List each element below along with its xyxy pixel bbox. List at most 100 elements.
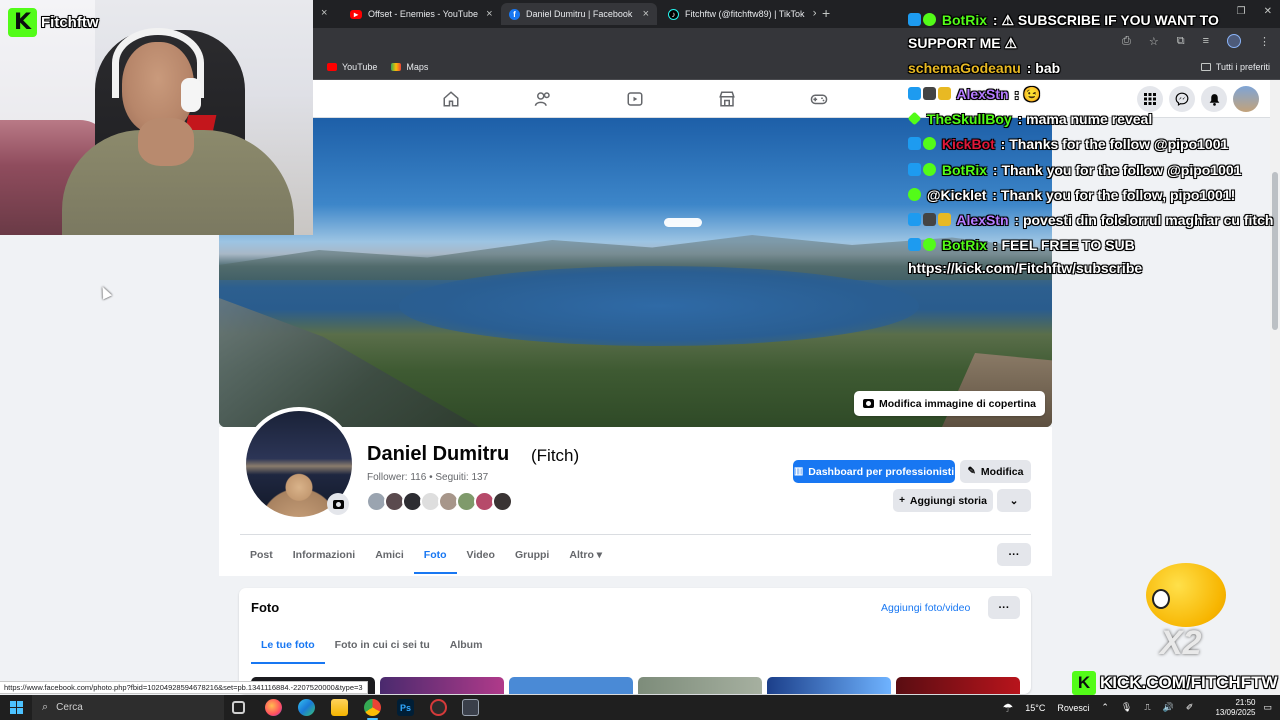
friend-avatar[interactable] bbox=[492, 491, 513, 512]
camera-icon bbox=[332, 499, 344, 509]
chevron-up-icon[interactable]: ⌃ bbox=[1101, 702, 1109, 713]
chat-username: BotRix bbox=[941, 12, 988, 28]
maps-icon bbox=[391, 62, 402, 71]
tab-friends[interactable]: Amici bbox=[365, 536, 414, 574]
close-tab-icon[interactable]: × bbox=[805, 8, 817, 20]
bookmark-label: YouTube bbox=[342, 61, 378, 72]
search-placeholder: Cerca bbox=[56, 702, 83, 713]
photo-thumbnail[interactable] bbox=[767, 677, 891, 694]
chrome-icon[interactable] bbox=[364, 699, 381, 720]
pen-icon[interactable]: ✐ bbox=[1186, 702, 1194, 713]
edit-label: Modifica bbox=[980, 465, 1024, 478]
photo-thumbnail[interactable] bbox=[380, 677, 504, 694]
photos-tabs: Le tue foto Foto in cui ci sei tu Album bbox=[251, 626, 492, 664]
moderator-badge-icon bbox=[908, 87, 921, 100]
chat-text: FEEL FREE TO SUB bbox=[1001, 237, 1135, 253]
notifications-icon[interactable]: ▭ bbox=[1263, 702, 1272, 713]
tab-photos-of-you[interactable]: Foto in cui ci sei tu bbox=[325, 626, 440, 664]
volume-icon[interactable]: 🔊 bbox=[1163, 702, 1174, 713]
follower-stats[interactable]: Follower: 116 • Seguiti: 137 bbox=[367, 472, 488, 483]
weather-icon[interactable]: ☂ bbox=[1002, 701, 1013, 715]
chat-message: schemaGodeanu : bab bbox=[908, 60, 1061, 76]
moderator-badge-icon bbox=[908, 238, 921, 251]
video-icon[interactable] bbox=[626, 90, 644, 108]
tab-title: Daniel Dumitru | Facebook bbox=[526, 9, 633, 19]
photo-thumbnail[interactable] bbox=[638, 677, 762, 694]
chat-message: BotRix : ⚠ SUBSCRIBE IF YOU WANT TO bbox=[908, 12, 1219, 29]
network-icon[interactable]: ⎍ bbox=[1144, 702, 1150, 713]
edit-profile-button[interactable]: ✎ Modifica bbox=[960, 460, 1031, 483]
file-explorer-icon[interactable] bbox=[331, 699, 348, 716]
system-clock[interactable]: 21:50 13/09/2025 bbox=[1215, 698, 1255, 718]
new-tab-button[interactable]: + bbox=[822, 5, 830, 21]
plus-icon: + bbox=[899, 495, 905, 506]
edge-icon[interactable] bbox=[298, 699, 315, 716]
chat-username: BotRix bbox=[941, 237, 988, 253]
gaming-icon[interactable] bbox=[810, 90, 828, 108]
chat-message: AlexStn : 😉 bbox=[908, 86, 1040, 103]
tab-facebook[interactable]: f Daniel Dumitru | Facebook × bbox=[501, 3, 657, 25]
photos-card: Foto Aggiungi foto/video ··· Le tue foto… bbox=[239, 588, 1031, 694]
profile-alternate-name: (Fitch) bbox=[531, 446, 580, 465]
obs-icon[interactable] bbox=[430, 699, 447, 716]
cover-cloud bbox=[664, 218, 702, 227]
add-story-button[interactable]: + Aggiungi storia bbox=[893, 489, 993, 512]
tabs-overflow-button[interactable]: ··· bbox=[997, 543, 1031, 566]
windows-start-icon[interactable] bbox=[10, 701, 23, 714]
tab-video[interactable]: Video bbox=[457, 536, 505, 574]
chat-message: @Kicklet : Thank you for the follow, pip… bbox=[908, 187, 1235, 203]
moderator-badge-icon bbox=[908, 137, 921, 150]
photo-thumbnail[interactable] bbox=[509, 677, 633, 694]
tab-groups[interactable]: Gruppi bbox=[505, 536, 559, 574]
professional-dashboard-button[interactable]: ▥ Dashboard per professionisti bbox=[793, 460, 955, 483]
task-view-icon[interactable] bbox=[232, 701, 245, 714]
photo-thumbnail[interactable] bbox=[896, 677, 1020, 694]
profile-options-button[interactable]: ⌄ bbox=[997, 489, 1031, 512]
tab-photos[interactable]: Foto bbox=[413, 536, 457, 574]
tab-info[interactable]: Informazioni bbox=[283, 536, 365, 574]
chat-username: AlexStn bbox=[956, 212, 1009, 228]
add-photo-video-link[interactable]: Aggiungi foto/video bbox=[881, 602, 970, 614]
chat-text: povesti din folclorrul maghiar cu fitch bbox=[1022, 212, 1274, 228]
sub-badge-icon bbox=[923, 213, 936, 226]
home-icon[interactable] bbox=[442, 90, 460, 108]
tab-youtube[interactable]: ▸ Offset - Enemies - YouTube × bbox=[342, 3, 498, 25]
kick-channel-badge: K Fitchftw bbox=[8, 8, 99, 37]
weather-desc[interactable]: Rovesci bbox=[1057, 703, 1089, 713]
marketplace-icon[interactable] bbox=[718, 90, 736, 108]
chat-message: https://kick.com/Fitchftw/subscribe bbox=[908, 260, 1142, 276]
stream-chat-overlay: BotRix : ⚠ SUBSCRIBE IF YOU WANT TO SUPP… bbox=[907, 0, 1280, 280]
edit-cover-button[interactable]: Modifica immagine di copertina bbox=[854, 391, 1045, 416]
tab-tiktok[interactable]: ♪ Fitchftw (@fitchftw89) | TikTok × bbox=[660, 3, 816, 25]
system-tray: ☂ 15°C Rovesci ⌃ 🎙 ⎍ 🔊 ✐ 21:50 13/09/202… bbox=[1002, 695, 1272, 720]
chat-text: Thank you for the follow, pipo1001! bbox=[1000, 187, 1236, 203]
photos-options-button[interactable]: ··· bbox=[988, 596, 1020, 619]
pencil-icon: ✎ bbox=[967, 466, 976, 477]
tab-post[interactable]: Post bbox=[240, 536, 283, 574]
weather-temp[interactable]: 15°C bbox=[1025, 703, 1045, 713]
photoshop-icon[interactable]: Ps bbox=[397, 699, 414, 716]
firefox-icon[interactable] bbox=[265, 699, 282, 716]
update-profile-picture-button[interactable] bbox=[327, 493, 349, 515]
close-tab-icon[interactable]: × bbox=[321, 7, 327, 19]
bookmark-youtube[interactable]: YouTube bbox=[327, 62, 377, 72]
sub-badge-icon bbox=[923, 87, 936, 100]
chat-message: SUPPORT ME ⚠ bbox=[908, 35, 1017, 52]
chat-message: TheSkullBoy : mama nume reveal bbox=[907, 111, 1152, 127]
chat-username: schemaGodeanu bbox=[908, 60, 1021, 76]
tab-albums[interactable]: Album bbox=[440, 626, 493, 664]
chat-username: AlexStn bbox=[956, 86, 1009, 102]
taskbar-search[interactable]: ⌕ Cerca bbox=[32, 695, 224, 720]
microphone-icon[interactable]: 🎙 bbox=[1121, 702, 1132, 713]
dashboard-label: Dashboard per professionisti bbox=[808, 465, 955, 478]
bookmark-label: Maps bbox=[406, 61, 429, 72]
close-tab-icon[interactable]: × bbox=[635, 8, 649, 20]
app-window-icon[interactable] bbox=[462, 699, 479, 716]
chat-message: AlexStn : povesti din folclorrul maghiar… bbox=[908, 212, 1273, 228]
bookmark-maps[interactable]: Maps bbox=[391, 62, 428, 72]
chat-text: ⚠ SUBSCRIBE IF YOU WANT TO bbox=[1001, 12, 1219, 28]
close-tab-icon[interactable]: × bbox=[478, 8, 492, 20]
friends-icon[interactable] bbox=[534, 90, 552, 108]
tab-more[interactable]: Altro ▾ bbox=[559, 536, 612, 574]
tab-your-photos[interactable]: Le tue foto bbox=[251, 626, 325, 664]
